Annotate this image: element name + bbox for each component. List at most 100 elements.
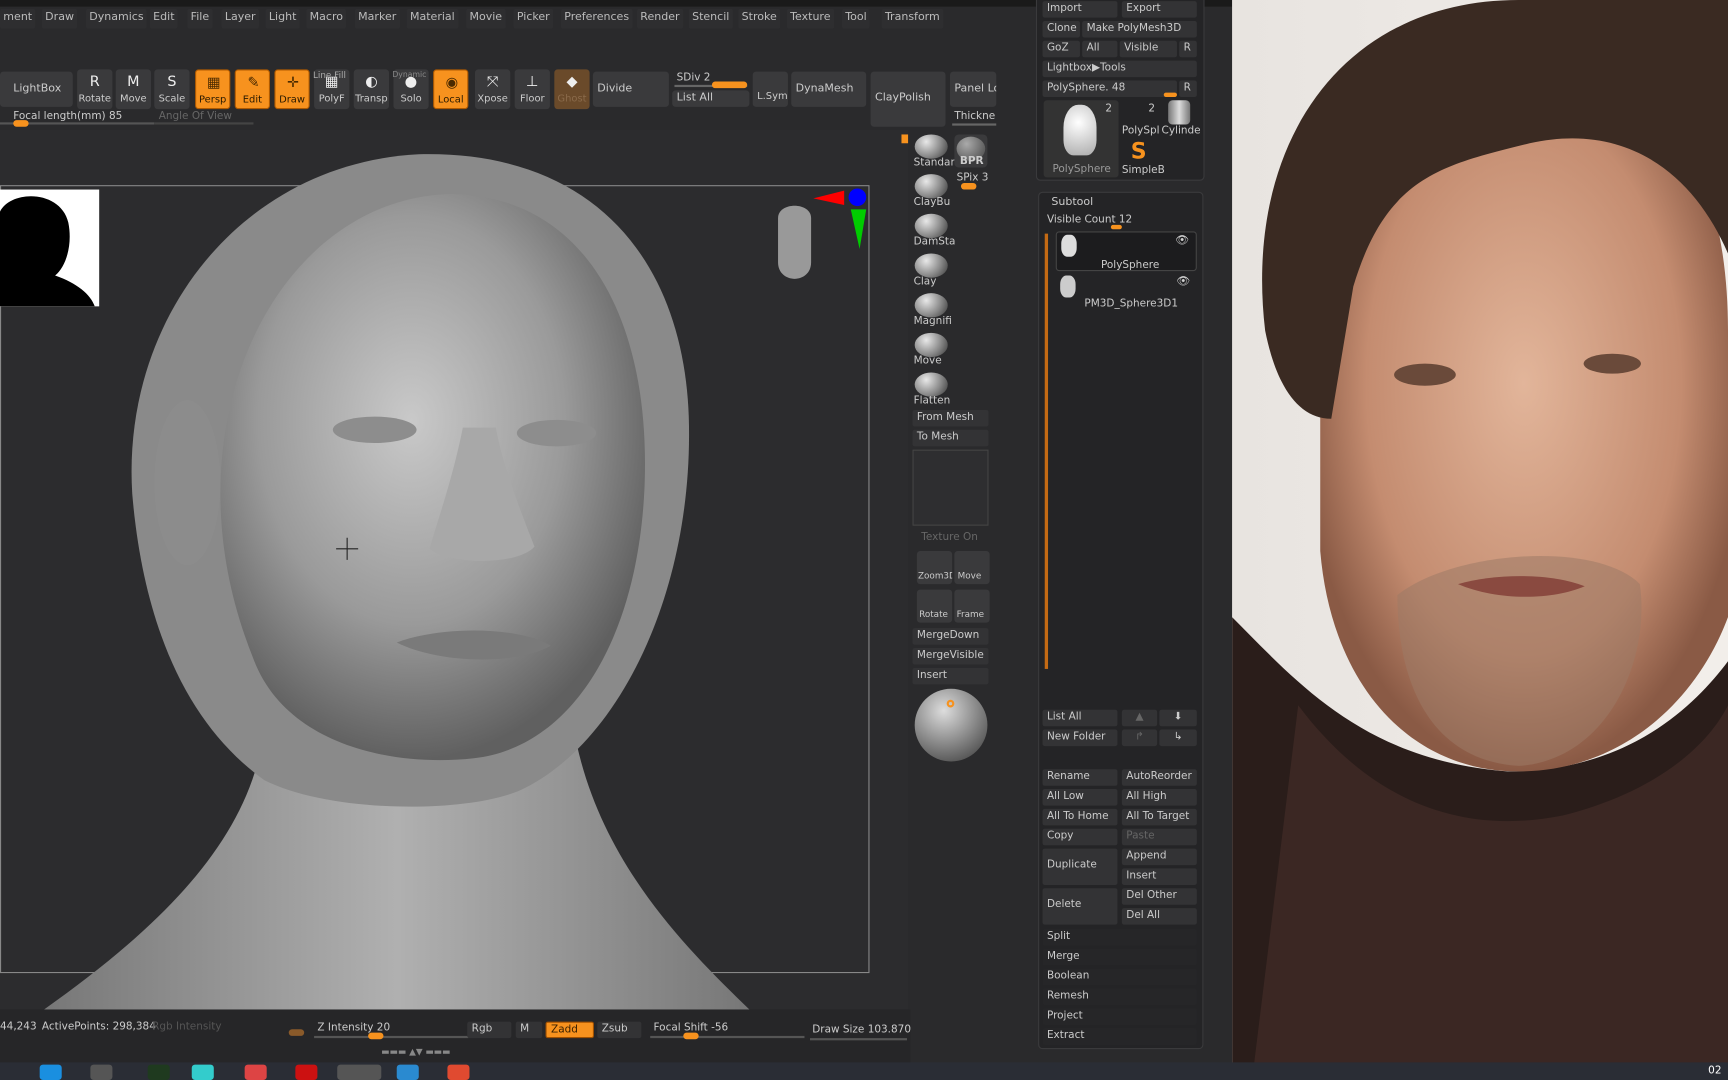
zbrush-taskbar-icon[interactable]: [337, 1064, 382, 1080]
paste-button[interactable]: Paste: [1121, 828, 1197, 846]
insert-tool-button[interactable]: Insert: [912, 667, 989, 685]
menu-item-edit[interactable]: Edit: [149, 8, 178, 29]
all-high-button[interactable]: All High: [1121, 789, 1197, 806]
local-button[interactable]: ◉ Local: [433, 69, 469, 110]
draw-size-track[interactable]: [809, 1038, 907, 1041]
rotate-button[interactable]: R Rotate: [77, 69, 113, 110]
subtool-insert-button[interactable]: Insert: [1121, 868, 1197, 885]
menu-item-light[interactable]: Light: [265, 8, 300, 29]
menu-item-render[interactable]: Render: [636, 8, 683, 29]
floor-button[interactable]: ⊥ Floor: [514, 69, 550, 110]
menu-item-stencil[interactable]: Stencil: [688, 8, 733, 29]
from-mesh-button[interactable]: From Mesh: [912, 409, 989, 427]
angle-of-view-track[interactable]: [154, 122, 254, 125]
all-to-target-button[interactable]: All To Target: [1121, 808, 1197, 826]
make-polymesh-button[interactable]: Make PolyMesh3D: [1082, 20, 1197, 38]
subtool-section-split[interactable]: Split: [1042, 929, 1197, 946]
material-sphere[interactable]: [914, 688, 988, 762]
z-intensity-knob[interactable]: [368, 1032, 384, 1040]
z-intensity-track[interactable]: [314, 1035, 469, 1039]
menu-item-preferences[interactable]: Preferences: [560, 8, 633, 29]
thickness-slider[interactable]: Thickne: [954, 110, 995, 122]
menu-item-draw[interactable]: Draw: [41, 8, 78, 29]
focal-length-slider[interactable]: Focal length(mm) 85: [13, 110, 122, 122]
brush-thumb-magnifi[interactable]: [914, 293, 948, 318]
subtool-section-boolean[interactable]: Boolean: [1042, 968, 1197, 986]
menu-item-marker[interactable]: Marker: [354, 8, 400, 29]
focal-shift-track[interactable]: [650, 1035, 805, 1039]
visible-count-knob[interactable]: [1110, 224, 1122, 230]
subtool-section-project[interactable]: Project: [1042, 1008, 1197, 1025]
tool-thumb-polysphere[interactable]: 2 PolySphere: [1043, 100, 1119, 178]
m-button[interactable]: M: [515, 1021, 543, 1039]
texture-on-button[interactable]: Texture On: [921, 531, 978, 543]
dynamesh-button[interactable]: DynaMesh: [791, 71, 867, 107]
menu-item-file[interactable]: File: [187, 8, 213, 29]
del-all-button[interactable]: Del All: [1121, 908, 1197, 925]
sdiv-slider-label[interactable]: SDiv 2: [677, 72, 711, 84]
subtool-title[interactable]: Subtool: [1051, 196, 1093, 208]
goz-all-button[interactable]: All: [1082, 40, 1118, 58]
app-icon-red[interactable]: [447, 1064, 470, 1080]
tool-thumb-cylinder[interactable]: Cylinde: [1162, 100, 1202, 137]
brush-thumb-flatten[interactable]: [914, 372, 948, 397]
move-view-button[interactable]: Move: [954, 551, 990, 585]
arrow-up-icon[interactable]: ↱: [1121, 729, 1158, 747]
del-other-button[interactable]: Del Other: [1121, 888, 1197, 905]
sdiv-knob[interactable]: [711, 81, 748, 89]
opera-icon[interactable]: [295, 1064, 318, 1080]
all-to-home-button[interactable]: All To Home: [1042, 808, 1118, 826]
menu-item-dynamics[interactable]: Dynamics: [85, 8, 147, 29]
lightbox-button[interactable]: LightBox: [0, 71, 73, 107]
zadd-button[interactable]: Zadd: [545, 1021, 594, 1039]
telegram-icon[interactable]: [39, 1064, 62, 1080]
append-button[interactable]: Append: [1121, 848, 1197, 866]
move-down-icon[interactable]: ⬇: [1159, 709, 1197, 727]
rgb-intensity-knob[interactable]: [288, 1029, 305, 1036]
goz-visible-button[interactable]: Visible: [1119, 40, 1177, 58]
app-icon-blue[interactable]: [396, 1064, 419, 1080]
brush-thumb-damsta[interactable]: [914, 213, 948, 239]
app-icon[interactable]: [90, 1064, 113, 1080]
xpose-button[interactable]: ⤧ Xpose: [474, 69, 511, 110]
eye-icon[interactable]: 👁: [1175, 235, 1189, 247]
brush-thumb-clay[interactable]: [914, 253, 948, 278]
canvas-viewport[interactable]: [0, 130, 911, 1010]
navigation-gizmo[interactable]: [767, 185, 877, 317]
new-folder-button[interactable]: New Folder: [1042, 729, 1118, 747]
menu-item-material[interactable]: Material: [406, 8, 459, 29]
maya-icon[interactable]: [191, 1064, 214, 1080]
subtool-section-remesh[interactable]: Remesh: [1042, 988, 1197, 1006]
frame-button[interactable]: Frame: [954, 589, 990, 623]
all-low-button[interactable]: All Low: [1042, 789, 1118, 806]
rotate-view-button[interactable]: Rotate: [916, 589, 953, 623]
lsym-button[interactable]: L.Sym: [752, 71, 788, 107]
move-button[interactable]: M Move: [115, 69, 151, 110]
thickness-track[interactable]: [952, 123, 997, 126]
tool-thumb-simplebrush[interactable]: S SimpleB: [1122, 138, 1165, 177]
subtool-section-extract[interactable]: Extract: [1042, 1028, 1197, 1045]
polysphere-knob[interactable]: [1163, 92, 1177, 97]
claypolish-button[interactable]: ClayPolish: [870, 71, 946, 127]
clone-button[interactable]: Clone: [1042, 20, 1080, 38]
angle-of-view-slider[interactable]: Angle Of View: [159, 110, 232, 122]
menu-item-picker[interactable]: Picker: [513, 8, 554, 29]
lightbox-tools-button[interactable]: Lightbox▶Tools: [1042, 60, 1197, 78]
rename-button[interactable]: Rename: [1042, 769, 1118, 786]
polysphere-r-button[interactable]: R: [1179, 80, 1197, 97]
subtool-item-polysphere[interactable]: PolySphere 👁: [1055, 231, 1197, 272]
subtool-section-merge[interactable]: Merge: [1042, 948, 1197, 966]
menu-item-movie[interactable]: Movie: [466, 8, 506, 29]
transp-button[interactable]: ◐ Transp: [353, 69, 390, 110]
menu-item-stroke[interactable]: Stroke: [738, 8, 781, 29]
divide-button[interactable]: Divide: [592, 71, 669, 107]
to-mesh-button[interactable]: To Mesh: [912, 429, 989, 447]
rgb-button[interactable]: Rgb: [467, 1021, 512, 1039]
goz-button[interactable]: GoZ: [1042, 40, 1080, 58]
tray-toggle-icon[interactable]: ▬▬▬ ▲▼ ▬▬▬: [381, 1047, 450, 1057]
scale-button[interactable]: S Scale: [154, 69, 190, 110]
tool-thumb-polysphere-small[interactable]: 2 PolySpl: [1122, 100, 1160, 137]
brush-thumb-standar[interactable]: [914, 134, 948, 159]
delete-button[interactable]: Delete: [1042, 888, 1118, 925]
menu-item-tool[interactable]: Tool: [841, 8, 870, 29]
